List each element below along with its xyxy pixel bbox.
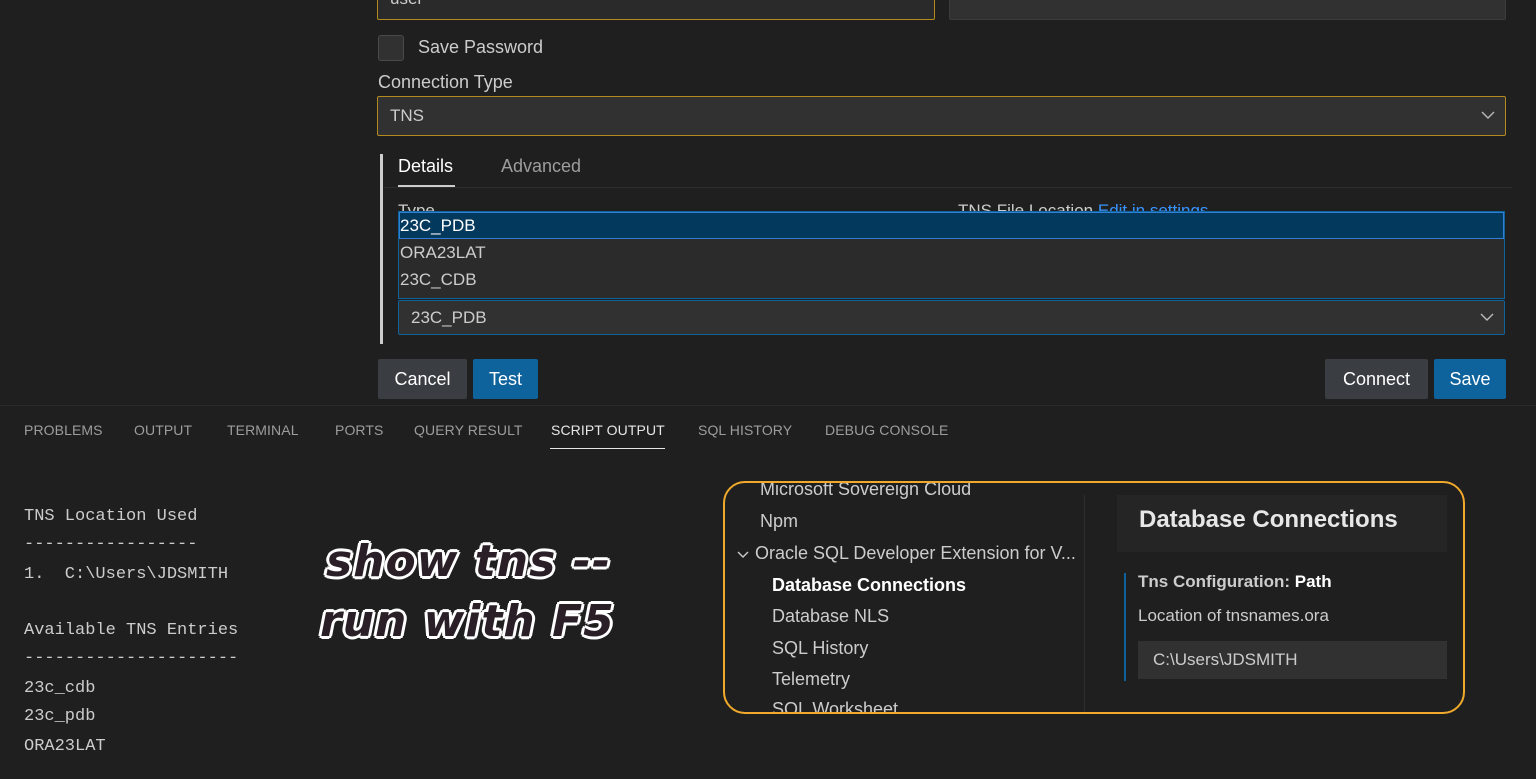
panel-border [0,405,1536,406]
output-line: --------------------- [24,649,239,668]
connect-button[interactable]: Connect [1325,359,1428,399]
setting-title: Tns Configuration: Path [1138,572,1332,591]
dropdown-option[interactable]: ORA23LAT [399,239,1504,266]
setting-description: Location of tnsnames.ora [1138,606,1329,625]
tab-advanced[interactable]: Advanced [501,156,581,177]
tree-item[interactable]: SQL History [772,638,868,659]
active-panel-tab-underline [550,448,665,449]
tree-item-database-connections[interactable]: Database Connections [772,575,966,596]
output-line: 1. C:\Users\JDSMITH [24,565,229,584]
section-header: Database Connections [1117,495,1447,552]
test-button[interactable]: Test [473,359,538,399]
dropdown-option[interactable]: 23C_PDB [399,212,1504,239]
tns-alias-dropdown-list: 23C_PDB ORA23LAT 23C_CDB [398,211,1505,299]
tab-output[interactable]: OUTPUT [134,422,192,438]
tab-problems[interactable]: PROBLEMS [24,422,103,438]
username-input[interactable]: user [377,0,935,20]
tab-terminal[interactable]: TERMINAL [227,422,299,438]
tab-details[interactable]: Details [398,156,453,177]
tns-path-input[interactable]: C:\Users\JDSMITH [1138,641,1447,679]
tns-file-location-label: TNS File Location Edit in settings [958,200,1208,211]
tree-item[interactable]: Oracle SQL Developer Extension for V... [737,543,1076,564]
dropdown-option[interactable]: 23C_CDB [399,266,1504,293]
output-line: ----------------- [24,535,198,554]
output-line: Available TNS Entries [24,621,239,640]
tab-ports[interactable]: PORTS [335,422,383,438]
tns-alias-select[interactable]: 23C_PDB [398,300,1505,335]
annotation-text: run with F5 [320,596,615,647]
chevron-down-icon [737,543,755,564]
tree-item[interactable]: Npm [760,511,798,532]
cancel-button[interactable]: Cancel [378,359,467,399]
details-section-bar [380,154,383,344]
tree-item[interactable]: Database NLS [772,606,889,627]
output-line: TNS Location Used [24,507,198,526]
output-line: 23c_cdb [24,679,96,698]
active-tab-underline [398,185,455,187]
settings-tree: Microsoft Sovereign Cloud Npm Oracle SQL… [725,483,1083,712]
edit-in-settings-link[interactable]: Edit in settings [1098,201,1209,211]
setting-focus-bar [1124,573,1126,681]
tree-item[interactable]: SQL Worksheet [772,699,898,712]
annotation-text: show tns -- [326,536,612,587]
save-password-checkbox[interactable] [378,35,404,61]
output-line: 23c_pdb [24,707,96,726]
settings-callout: Microsoft Sovereign Cloud Npm Oracle SQL… [723,481,1465,714]
output-line: ORA23LAT [24,737,106,756]
tab-debug-console[interactable]: DEBUG CONSOLE [825,422,948,438]
tree-item[interactable]: Telemetry [772,669,850,690]
connection-type-label: Connection Type [378,72,513,92]
tns-alias-value: 23C_PDB [411,308,487,327]
connection-type-value: TNS [390,106,424,125]
chevron-down-icon [1480,301,1494,322]
connection-type-select[interactable]: TNS [377,96,1506,136]
save-password-label: Save Password [418,37,544,57]
tab-query-result[interactable]: QUERY RESULT [414,422,523,438]
save-button[interactable]: Save [1434,359,1506,399]
chevron-down-icon [1481,97,1495,120]
password-input[interactable] [949,0,1506,20]
tree-item[interactable]: Microsoft Sovereign Cloud [760,483,971,500]
tab-sql-history[interactable]: SQL HISTORY [698,422,792,438]
settings-divider [1084,495,1085,712]
type-label: Type [398,201,435,211]
tab-script-output[interactable]: SCRIPT OUTPUT [551,422,665,438]
tabs-divider [384,187,1512,188]
